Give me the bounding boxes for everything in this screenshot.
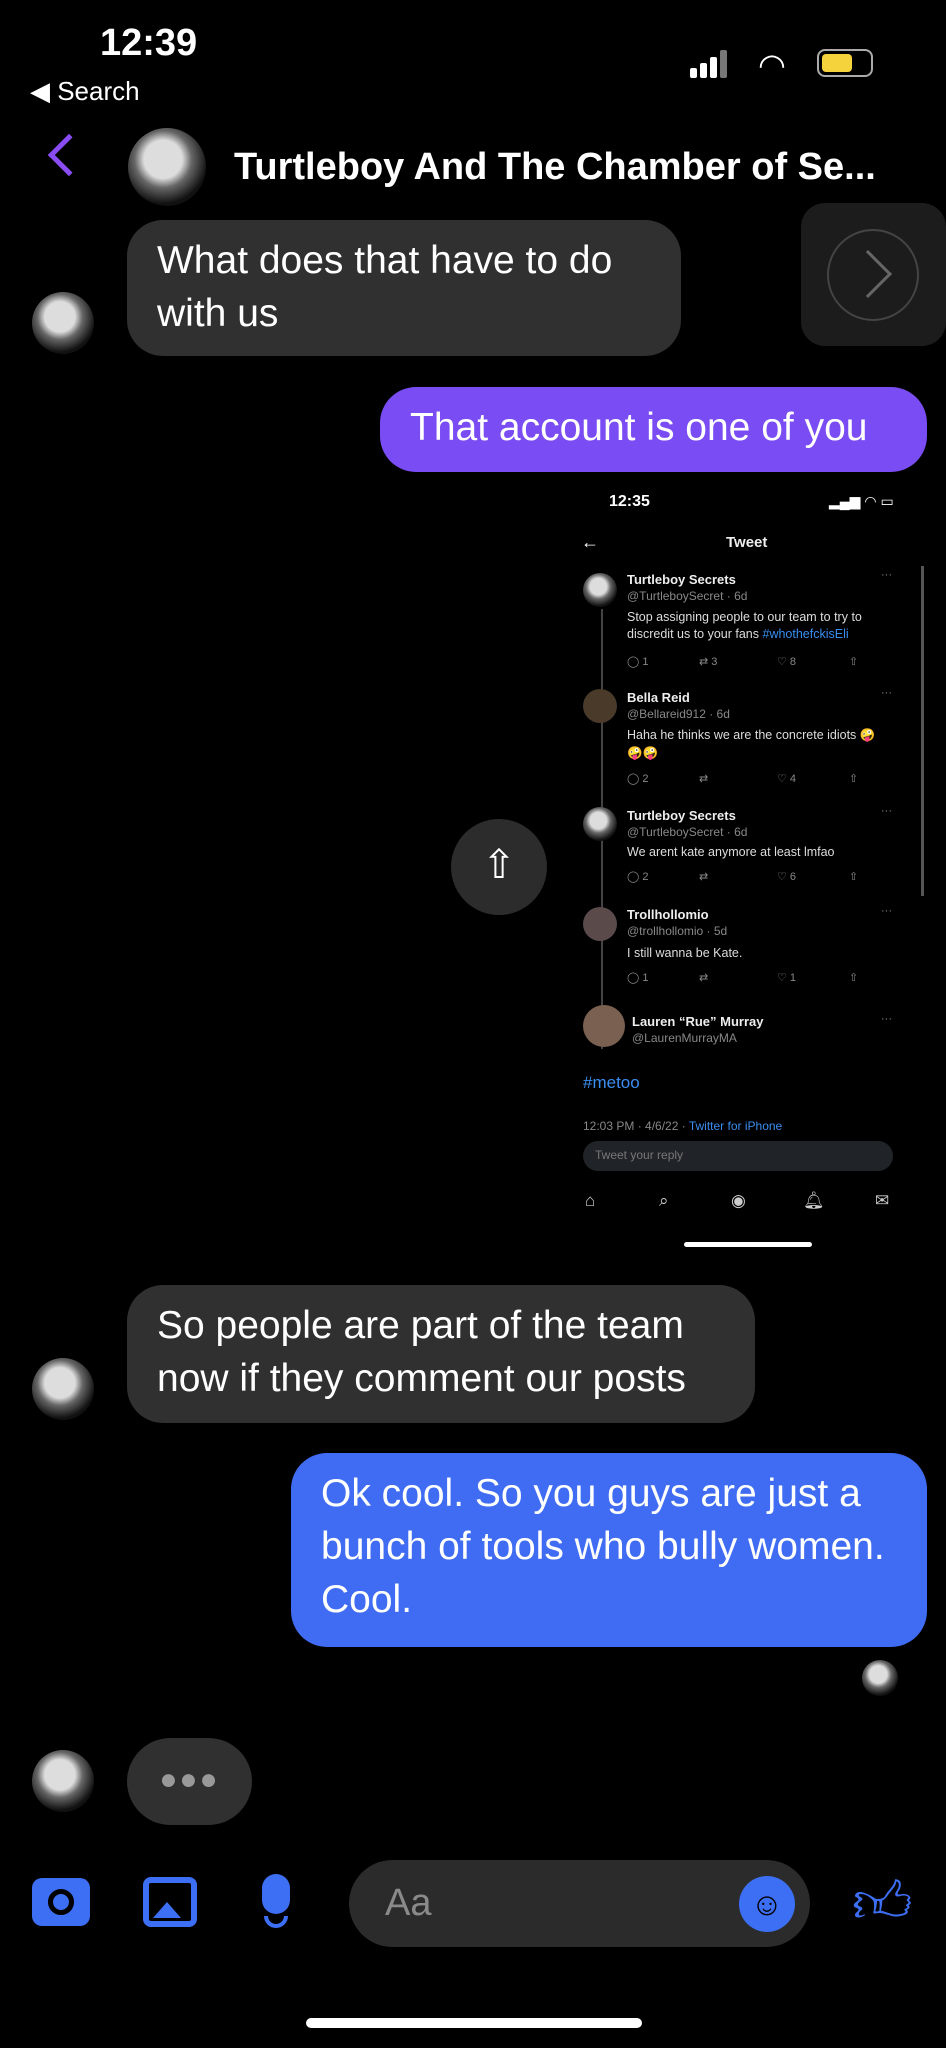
tweet-text: We arent kate anymore at least lmfao [627,845,835,859]
tweet-avatar [583,689,617,723]
retweet-count: 3 [711,656,718,668]
reply-count: 2 [642,871,649,883]
thumbs-up-icon[interactable]: 👍︎ [852,1868,913,1938]
message-text: So people are part of the team now if th… [157,1304,686,1400]
retweet-icon: ⇄ [699,972,709,984]
forward-button[interactable] [801,203,946,346]
signal-icon [690,50,734,78]
home-tab-icon: ⌂ [585,1191,596,1210]
tweet-name: Turtleboy Secrets [627,572,736,587]
shot-scrollbar [921,566,924,896]
message-text: That account is one of you [410,406,868,449]
shot-title: Tweet [726,534,768,551]
sender-avatar [32,1358,94,1420]
tweet-handle: @trollhollomio · 5d [627,924,728,938]
emoji-icon[interactable]: ☺ [739,1876,795,1932]
search-tab-icon: ⌕ [659,1191,669,1210]
microphone-icon[interactable] [262,1874,290,1914]
tweet-name: Turtleboy Secrets [627,808,736,823]
back-to-search[interactable]: ◀ Search [30,76,140,107]
retweet-icon: ⇄ [699,773,709,785]
like-count: 1 [789,972,797,984]
tweet-handle: @Bellareid912 · 6d [627,707,730,721]
read-receipt-avatar [862,1660,898,1696]
tweet-handle: @TurtleboySecret · 6d [627,825,748,839]
tweet-text: I still wanna be Kate. [627,946,743,960]
more-icon: ··· [881,805,892,817]
more-icon: ··· [881,905,892,917]
tweet-avatar [583,1005,625,1047]
more-icon: ··· [881,569,892,581]
tweet-handle: @LaurenMurrayMA [632,1031,737,1045]
tweet-avatar [583,807,617,841]
shot-back-arrow-icon: ← [581,532,599,552]
messages-tab-icon: ✉ [875,1191,890,1210]
retweet-icon: ⇄ [699,871,709,883]
conversation-title[interactable]: Turtleboy And The Chamber of Se... [234,146,876,189]
tweet-name: Lauren “Rue” Murray [632,1014,764,1029]
tweet-text: Haha he thinks we are the concrete idiot… [627,728,876,742]
wifi-icon: ◠ [758,47,786,83]
share-button[interactable]: ⇧ [451,819,547,915]
share-icon: ⇧ [849,773,859,785]
spaces-tab-icon: ◉ [731,1191,746,1210]
sender-avatar [32,1750,94,1812]
message-sent: That account is one of you [380,387,927,472]
tweet-text: Stop assigning people to our team to try… [627,610,862,624]
tweet-text: 🤪🤪 [627,746,659,760]
battery-icon [817,49,873,77]
share-icon: ⇧ [849,871,859,883]
tweet-text: discredit us to your fans [627,627,760,641]
tweet-source: Twitter for iPhone [688,1119,783,1133]
share-icon: ⇧ [482,843,516,887]
message-input-placeholder: Aa [385,1882,432,1924]
microphone-stand [264,1916,288,1928]
tweet-reply-input: Tweet your reply [583,1141,893,1171]
camera-icon[interactable] [32,1878,90,1926]
tweet-avatar [583,573,617,607]
share-icon: ⇧ [849,656,859,668]
more-icon: ··· [881,1013,892,1025]
gallery-icon[interactable] [143,1877,197,1927]
status-time: 12:39 [100,22,198,64]
reply-placeholder: Tweet your reply [595,1148,684,1162]
reply-count: 2 [642,773,649,785]
share-icon: ⇧ [849,972,859,984]
notifications-tab-icon: 🔔︎ [803,1191,825,1210]
tweet-hashtag[interactable]: #metoo [583,1073,640,1093]
tweet-name: Trollhollomio [627,907,709,922]
message-sent: Ok cool. So you guys are just a bunch of… [291,1453,927,1647]
tweet-avatar [583,907,617,941]
message-received: So people are part of the team now if th… [127,1285,755,1423]
reply-count: 1 [642,972,649,984]
contact-avatar[interactable] [128,128,206,206]
more-icon: ··· [881,687,892,699]
tweet-handle: @TurtleboySecret · 6d [627,589,748,603]
like-count: 6 [789,871,797,883]
like-count: 4 [789,773,797,785]
shared-screenshot[interactable]: 12:35 ▂▄▆ ◠ ▭ ← Tweet Turtleboy Secrets … [569,481,927,1255]
back-chevron-icon[interactable] [47,133,91,177]
shot-time: 12:35 [609,493,650,510]
like-count: 8 [789,656,797,668]
home-indicator [306,2018,642,2028]
message-text: What does that have to do with us [157,239,613,335]
reply-count: 1 [642,656,649,668]
sender-avatar [32,292,94,354]
message-received: What does that have to do with us [127,220,681,356]
message-text: Ok cool. So you guys are just a bunch of… [321,1472,885,1621]
tweet-hashtag[interactable]: #whothefckisEli [763,627,849,641]
typing-indicator: ●●● [127,1738,252,1825]
shot-home-indicator [684,1242,812,1247]
tweet-name: Bella Reid [627,690,690,705]
shot-status-icons: ▂▄▆ ◠ ▭ [829,493,894,509]
tweet-timestamp: 12:03 PM · 4/6/22 · [583,1119,689,1133]
